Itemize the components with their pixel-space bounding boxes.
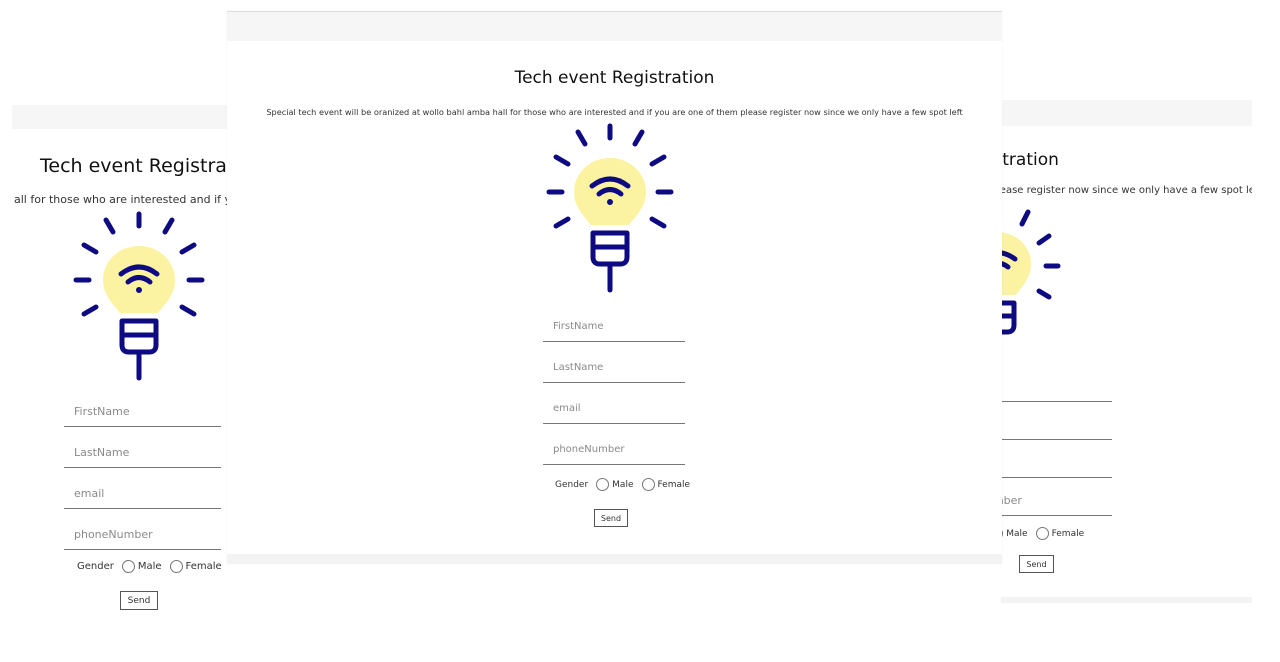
lightbulb-wifi-icon — [1001, 209, 1061, 335]
gender-group: Gender Male Female — [555, 478, 690, 491]
card-top-bar — [12, 105, 228, 129]
send-button[interactable]: Send — [120, 591, 158, 610]
female-label: Female — [657, 479, 691, 490]
male-label: Male — [612, 479, 634, 490]
gender-label: Gender — [555, 479, 589, 490]
form-description: all for those who are interested and if … — [14, 193, 228, 206]
phone-number-field[interactable] — [543, 435, 685, 465]
email-field[interactable] — [543, 394, 685, 424]
send-button[interactable]: Send — [1019, 555, 1054, 573]
female-radio[interactable] — [1035, 527, 1049, 540]
female-radio[interactable] — [169, 560, 183, 573]
male-option[interactable]: Male — [1001, 527, 1028, 540]
female-option[interactable]: Female — [169, 560, 222, 573]
card-bottom-bar — [227, 554, 1002, 564]
card-top-bar — [1001, 100, 1252, 126]
gender-label: Gender — [77, 561, 114, 572]
registration-card-left: Tech event Registration all for those wh… — [12, 105, 228, 625]
send-button[interactable]: Send — [594, 509, 628, 527]
card-bottom-bar — [1001, 597, 1252, 603]
registration-card-right: vent Registration e interested and if yo… — [1001, 100, 1252, 605]
form-description: Special tech event will be oranized at w… — [266, 107, 963, 117]
last-name-field[interactable] — [543, 353, 685, 383]
male-label: Male — [137, 561, 162, 572]
lightbulb-wifi-icon — [546, 123, 674, 293]
registration-card-center: Tech event Registration Special tech eve… — [227, 11, 1002, 564]
form-title: Tech event Registration — [514, 68, 715, 88]
female-label: Female — [185, 561, 222, 572]
card-top-bar — [227, 12, 1002, 41]
male-option[interactable]: Male — [121, 560, 162, 573]
gender-group: er Male Female — [1001, 527, 1084, 540]
email-field[interactable] — [64, 479, 221, 509]
female-label: Female — [1051, 528, 1085, 539]
last-name-field[interactable] — [64, 438, 221, 468]
first-name-field[interactable] — [543, 312, 685, 342]
male-radio[interactable] — [596, 478, 610, 491]
first-name-field[interactable] — [1001, 372, 1112, 402]
last-name-field[interactable] — [1001, 410, 1112, 440]
first-name-field[interactable] — [64, 397, 221, 427]
male-option[interactable]: Male — [596, 478, 634, 491]
lightbulb-wifi-icon — [73, 211, 205, 381]
phone-number-field[interactable] — [64, 520, 221, 550]
female-option[interactable]: Female — [1035, 527, 1085, 540]
form-description: e interested and if you are one of them … — [1001, 185, 1252, 196]
gender-group: Gender Male Female — [77, 560, 222, 573]
female-option[interactable]: Female — [641, 478, 691, 491]
male-label: Male — [1006, 528, 1028, 539]
male-radio[interactable] — [121, 560, 135, 573]
female-radio[interactable] — [641, 478, 655, 491]
form-title: Tech event Registration — [40, 155, 228, 177]
form-title: vent Registration — [1001, 150, 1059, 170]
phone-number-field[interactable] — [1001, 486, 1112, 516]
email-field[interactable] — [1001, 448, 1112, 478]
